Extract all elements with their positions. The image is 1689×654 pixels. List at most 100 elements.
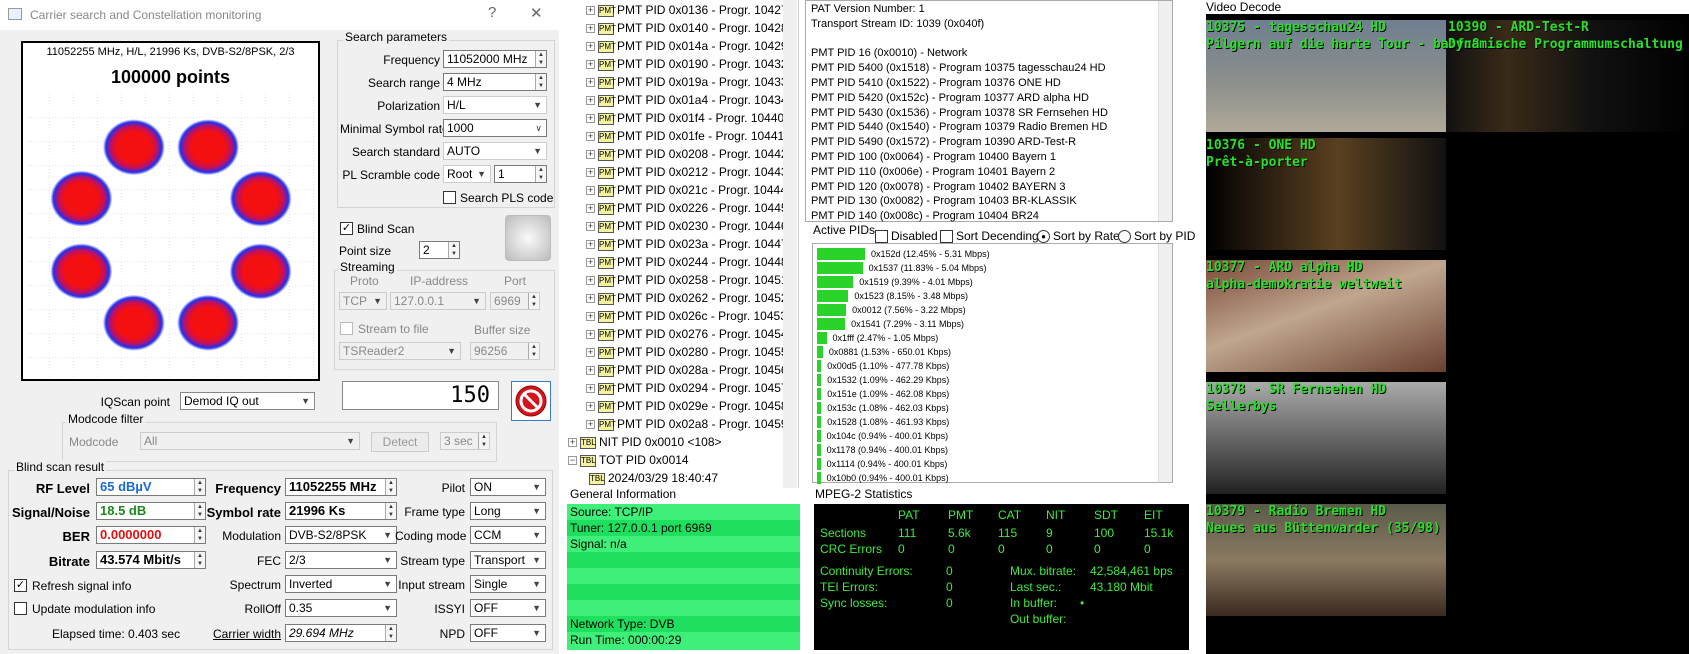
tree-item-pmt[interactable]: + PMTPMT PID 0x0244 - Progr. 10448 [586,253,788,271]
tree-item-pmt[interactable]: + PMTPMT PID 0x029e - Progr. 10458 [586,397,788,415]
expand-icon[interactable]: + [586,96,595,106]
issyi-select[interactable]: OFF ▼ [470,599,546,617]
ip-select[interactable]: 127.0.0.1 ▼ [390,292,486,310]
pilot-select[interactable]: ON ▼ [470,478,546,496]
info-scrollbar[interactable] [1158,1,1172,221]
tree-item-pmt[interactable]: + PMTPMT PID 0x028a - Progr. 10456 [586,361,788,379]
tree-item-pmt[interactable]: + PMTPMT PID 0x014a - Progr. 10429 [586,37,788,55]
tree-item-tot[interactable]: − TBL TOT PID 0x0014 [568,451,689,469]
modcode-select[interactable]: All ▼ [140,432,360,450]
help-button[interactable]: ? [488,4,496,21]
expand-icon[interactable]: + [586,348,595,358]
scan-globe-button[interactable] [505,215,551,261]
tree-item-pmt[interactable]: + PMTPMT PID 0x0258 - Progr. 10451 [586,271,788,289]
expand-icon[interactable]: + [586,276,595,286]
tree-item-pmt[interactable]: + PMTPMT PID 0x0190 - Progr. 10432 [586,55,788,73]
tree-item-pmt[interactable]: + PMTPMT PID 0x0276 - Progr. 10454 [586,325,788,343]
expand-icon[interactable]: + [586,204,595,214]
expand-icon[interactable]: + [586,6,595,16]
update-modulation-checkbox[interactable] [14,602,27,615]
expand-icon[interactable]: + [586,240,595,250]
tree-item-pmt[interactable]: + PMTPMT PID 0x0136 - Progr. 10427 [586,1,788,19]
stream-type-select[interactable]: Transport ▼ [470,551,546,569]
min-symbol-rate-select[interactable]: 1000 ∨ [443,119,547,137]
expand-icon[interactable]: + [586,60,595,70]
expand-icon[interactable]: + [586,186,595,196]
modulation-select[interactable]: DVB-S2/8PSK ▼ [285,526,397,544]
expand-icon[interactable]: − [568,456,577,466]
detect-button[interactable]: Detect [371,432,429,452]
expand-icon[interactable]: + [586,42,595,52]
pl-scramble-mode-select[interactable]: Root ▼ [443,165,491,183]
tree-item-pmt[interactable]: + PMTPMT PID 0x0212 - Progr. 10443 [586,163,788,181]
expand-icon[interactable]: + [568,438,577,448]
tree-scrollbar[interactable] [783,0,797,488]
search-standard-select[interactable]: AUTO ▼ [443,142,547,160]
tree-item-pmt[interactable]: + PMTPMT PID 0x01fe - Progr. 10441 [586,127,784,145]
proto-select[interactable]: TCP ▼ [339,292,387,310]
sort-descending-checkbox[interactable] [940,230,953,243]
tree-item-pmt[interactable]: + PMTPMT PID 0x0262 - Progr. 10452 [586,289,788,307]
tree-item-pmt[interactable]: + PMTPMT PID 0x0230 - Progr. 10446 [586,217,788,235]
stream-target-select[interactable]: TSReader2 ▼ [339,342,461,360]
coding-mode-select[interactable]: CCM ▼ [470,526,546,544]
tree-item-nit[interactable]: + TBL NIT PID 0x0010 <108> [568,433,722,451]
sections-value: 15.1k [1144,526,1174,540]
search-range-input[interactable]: 4 MHz ▲ ▼ [443,73,547,91]
close-button[interactable]: ✕ [530,4,543,22]
expand-icon[interactable]: + [586,24,595,34]
detect-seconds-input[interactable]: 3 sec ▲ ▼ [440,432,490,450]
tree-item-pmt[interactable]: + PMTPMT PID 0x0140 - Progr. 10428 [586,19,788,37]
pl-scramble-code-input[interactable]: 1 ▲ ▼ [494,165,547,183]
expand-icon[interactable]: + [586,420,595,430]
tree-item-pmt[interactable]: + PMTPMT PID 0x026c - Progr. 10453 [586,307,787,325]
frequency-input[interactable]: 11052000 MHz ▲ ▼ [443,50,547,68]
frame-type-select[interactable]: Long ▼ [470,502,546,520]
carrier-width-link[interactable]: Carrier width [200,627,281,641]
expand-icon[interactable]: + [586,402,595,412]
buffer-size-input[interactable]: 96256 ▲ ▼ [470,342,540,360]
expand-icon[interactable]: + [586,150,595,160]
tree-item-pmt[interactable]: + PMTPMT PID 0x0208 - Progr. 10442 [586,145,788,163]
expand-icon[interactable]: + [586,258,595,268]
pids-scrollbar[interactable] [1158,244,1172,482]
fec-select[interactable]: 2/3 ▼ [285,551,397,569]
stop-button[interactable] [511,381,551,421]
expand-icon[interactable]: + [586,132,595,142]
expand-icon[interactable]: + [586,222,595,232]
tree-item-date[interactable]: TBL 2024/03/29 18:40:47 [586,469,718,487]
polarization-select[interactable]: H/L ▼ [443,96,547,114]
port-input[interactable]: 6969 ▲ ▼ [490,292,540,310]
refresh-signal-checkbox[interactable]: ✓ [14,579,27,592]
input-stream-select[interactable]: Single ▼ [470,575,546,593]
stream-to-file-checkbox[interactable] [340,322,353,335]
expand-icon[interactable]: + [586,114,595,124]
blind-scan-checkbox[interactable]: ✓ [340,222,353,235]
search-pls-checkbox[interactable] [443,191,456,204]
tree-item-pmt[interactable]: + PMTPMT PID 0x021c - Progr. 10444 [586,181,787,199]
expand-icon[interactable]: + [586,384,595,394]
sections-value: 9 [1046,526,1053,540]
tree-item-pmt[interactable]: + PMTPMT PID 0x0280 - Progr. 10455 [586,343,788,361]
rolloff-select[interactable]: 0.35 ▼ [285,599,397,617]
npd-select[interactable]: OFF ▼ [470,624,546,642]
expand-icon[interactable]: + [586,330,595,340]
sort-by-rate-radio[interactable]: ● [1037,230,1050,243]
tree-item-pmt[interactable]: + PMTPMT PID 0x02a8 - Progr. 10459 [586,415,788,433]
disabled-checkbox[interactable] [875,230,888,243]
point-size-input[interactable]: 2 ▲ ▼ [419,241,460,259]
expand-icon[interactable]: + [586,294,595,304]
tree-item-pmt[interactable]: + PMTPMT PID 0x01f4 - Progr. 10440 [586,109,784,127]
tree-item-pmt[interactable]: + PMTPMT PID 0x0294 - Progr. 10457 [586,379,788,397]
sort-by-pid-radio[interactable] [1118,230,1131,243]
tree-item-pmt[interactable]: + PMTPMT PID 0x023a - Progr. 10447 [586,235,788,253]
expand-icon[interactable]: + [586,312,595,322]
spectrum-select[interactable]: Inverted ▼ [285,575,397,593]
expand-icon[interactable]: + [586,168,595,178]
expand-icon[interactable]: + [586,78,595,88]
tree-item-pmt[interactable]: + PMTPMT PID 0x0226 - Progr. 10445 [586,199,788,217]
tree-item-pmt[interactable]: + PMTPMT PID 0x01a4 - Progr. 10434 [586,91,788,109]
expand-icon[interactable]: + [586,366,595,376]
tree-item-pmt[interactable]: + PMTPMT PID 0x019a - Progr. 10433 [586,73,788,91]
iqscan-select[interactable]: Demod IQ out ▼ [180,392,315,410]
